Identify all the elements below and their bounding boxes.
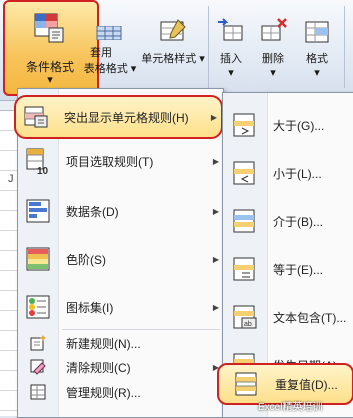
between-icon (223, 209, 267, 233)
icon-sets-icon (18, 295, 58, 319)
conditional-format-icon (33, 12, 67, 46)
cell-styles-icon (158, 16, 188, 46)
new-rule-icon (18, 334, 58, 352)
format-as-table-label-2: 表格格式 ▾ (83, 63, 137, 75)
submenu-arrow-icon: ▶ (212, 156, 220, 166)
format-as-table-icon (95, 25, 125, 56)
submenu-item-label: 文本包含(T)... (273, 310, 347, 325)
highlight-cells-icon (16, 105, 56, 129)
insert-label: 插入 ▾ (220, 53, 242, 79)
ribbon-separator (208, 6, 209, 88)
menu-item-data-bars[interactable]: 数据条(D) ▶ (18, 191, 223, 231)
format-icon (302, 16, 332, 46)
menu-item-label: 新建规则(N)... (66, 336, 141, 351)
submenu-item-text-contains[interactable]: ab 文本包含(T)... (223, 297, 353, 337)
cell-styles-button[interactable]: 单元格样式 ▾ (140, 4, 206, 66)
submenu-item-label: 大于(G)... (273, 118, 325, 133)
insert-button[interactable]: 插入 ▾ (212, 4, 250, 80)
format-label: 格式 ▾ (306, 53, 328, 79)
cell-styles-label: 单元格样式 ▾ (141, 53, 205, 65)
greater-than-icon (223, 113, 267, 137)
submenu-item-label: 介于(B)... (273, 214, 323, 229)
menu-item-label: 管理规则(R)... (66, 385, 141, 400)
watermark: Excel精英培训 (258, 402, 323, 413)
color-scales-icon (18, 247, 58, 271)
menu-item-clear-rules[interactable]: 清除规则(C) ▶ (18, 355, 223, 379)
conditional-format-menu: 突出显示单元格规则(H) ▶ 10 项目选取规则(T) ▶ 数据条(D) ▶ 色… (14, 88, 224, 418)
submenu-arrow-icon: ▶ (210, 112, 218, 122)
submenu-arrow-icon: ▶ (212, 302, 220, 312)
format-as-table-button[interactable]: 套用 表格格式 ▾ (78, 4, 142, 76)
submenu-arrow-icon: ▶ (212, 254, 220, 264)
manage-rules-icon (18, 383, 58, 401)
delete-label: 删除 ▾ (262, 53, 284, 79)
data-bars-icon (18, 199, 58, 223)
insert-icon (216, 16, 246, 46)
equal-to-icon (223, 257, 267, 281)
menu-item-label: 图标集(I) (66, 300, 114, 315)
menu-item-icon-sets[interactable]: 图标集(I) ▶ (18, 287, 223, 327)
format-button[interactable]: 格式 ▾ (298, 4, 336, 80)
menu-item-color-scales[interactable]: 色阶(S) ▶ (18, 239, 223, 279)
ribbon: 条件格式 ▾ 套用 表格格式 ▾ 单元格样式 ▾ 插入 ▾ 删除 ▾ 格式 ▾ (0, 0, 353, 101)
menu-item-label: 数据条(D) (66, 204, 119, 219)
top-bottom-rules-icon: 10 (18, 147, 58, 175)
text-contains-icon: ab (223, 305, 267, 329)
submenu-arrow-icon: ▶ (212, 206, 220, 216)
menu-item-highlight-cells-rules[interactable]: 突出显示单元格规则(H) ▶ (14, 95, 223, 139)
delete-icon (258, 16, 288, 46)
ribbon-separator (344, 6, 345, 88)
submenu-item-equal-to[interactable]: 等于(E)... (223, 249, 353, 289)
duplicate-values-icon (219, 372, 269, 396)
menu-item-label: 突出显示单元格规则(H) (64, 110, 189, 125)
submenu-item-between[interactable]: 介于(B)... (223, 201, 353, 241)
submenu-item-less-than[interactable]: 小于(L)... (223, 153, 353, 193)
delete-button[interactable]: 删除 ▾ (254, 4, 292, 80)
highlight-rules-submenu: 大于(G)... 小于(L)... 介于(B)... 等于(E)... ab 文… (217, 92, 353, 418)
menu-divider (62, 329, 220, 330)
menu-item-label: 清除规则(C) (66, 360, 131, 375)
menu-item-label: 色阶(S) (66, 252, 106, 267)
menu-item-top-bottom-rules[interactable]: 10 项目选取规则(T) ▶ (18, 141, 223, 181)
clear-rules-icon (18, 358, 58, 376)
column-letter: J (8, 173, 14, 185)
menu-item-new-rule[interactable]: 新建规则(N)... (18, 331, 223, 355)
submenu-item-label: 等于(E)... (273, 262, 323, 277)
menu-item-label: 项目选取规则(T) (66, 154, 154, 169)
submenu-item-greater-than[interactable]: 大于(G)... (223, 105, 353, 145)
svg-text:10: 10 (37, 166, 49, 175)
submenu-item-label: 小于(L)... (273, 166, 322, 181)
menu-item-manage-rules[interactable]: 管理规则(R)... (18, 379, 223, 405)
submenu-item-label: 重复值(D)... (275, 377, 338, 392)
svg-text:ab: ab (244, 321, 252, 328)
less-than-icon (223, 161, 267, 185)
